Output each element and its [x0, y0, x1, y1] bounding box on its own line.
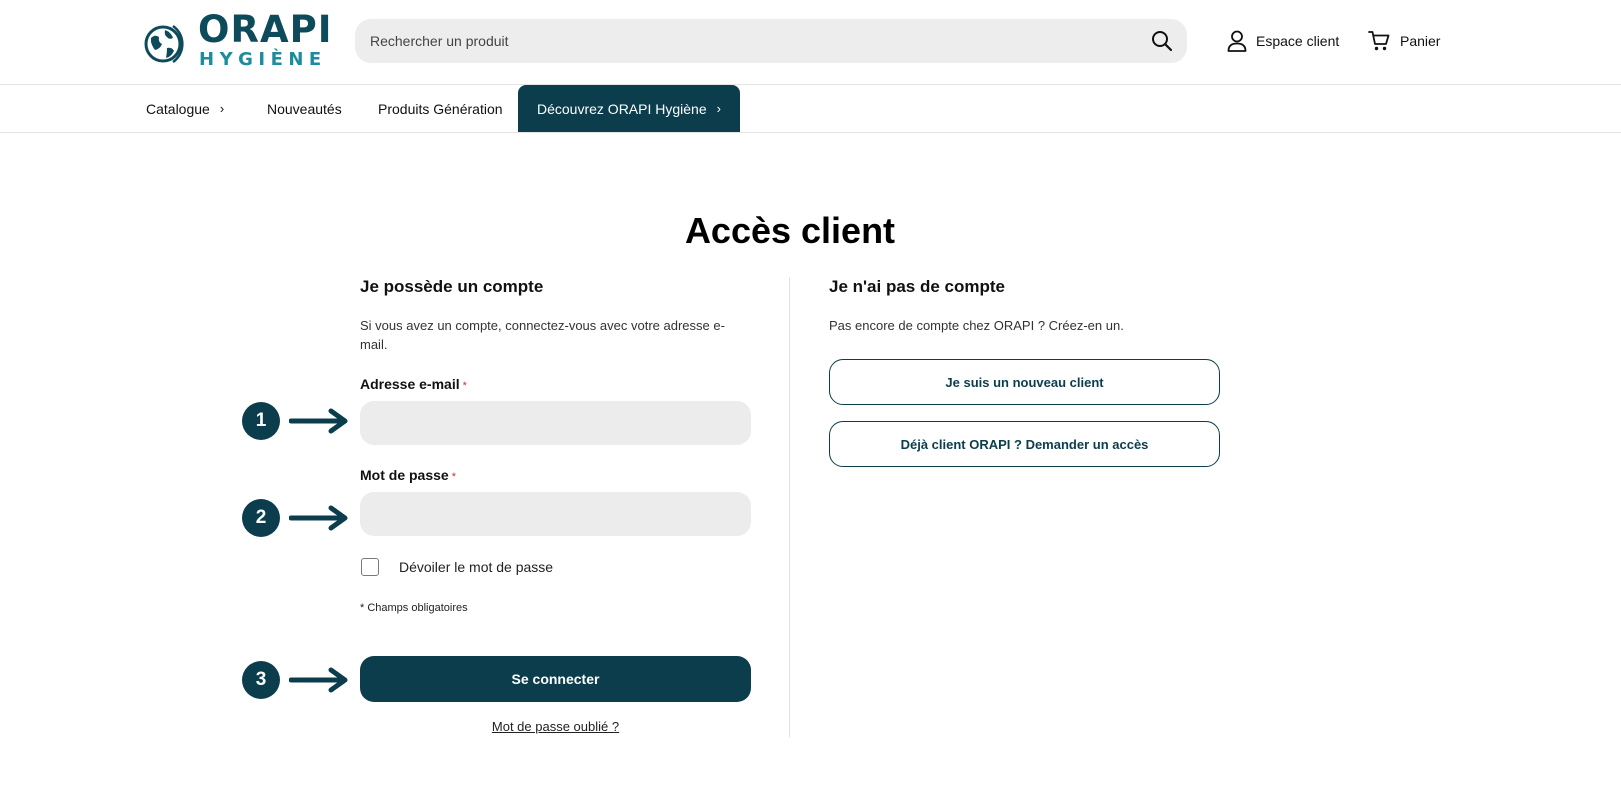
required-mark: * [451, 471, 456, 483]
chevron-right-icon: › [219, 101, 225, 116]
required-fields-note: * Champs obligatoires [360, 602, 468, 614]
search-input[interactable] [355, 19, 1135, 63]
nav-item-decouvrez[interactable]: Découvrez ORAPI Hygiène › [518, 85, 740, 132]
login-button-label: Se connecter [511, 671, 600, 687]
arrow-right-icon [289, 667, 348, 693]
required-mark: * [462, 380, 467, 392]
arrow-right-icon [289, 505, 348, 531]
site-header: ORAPI HYGIÈNE Espace client Panier [0, 0, 1621, 85]
step-number: 1 [242, 402, 280, 440]
step-marker-3: 3 [242, 661, 349, 699]
nav-item-label: Catalogue [146, 100, 210, 117]
nav-item-catalogue[interactable]: Catalogue › [146, 85, 224, 132]
cart-link[interactable]: Panier [1368, 29, 1440, 53]
register-intro: Pas encore de compte chez ORAPI ? Créez-… [829, 318, 1124, 333]
account-label: Espace client [1256, 33, 1340, 49]
account-link[interactable]: Espace client [1227, 29, 1339, 53]
new-client-button-label: Je suis un nouveau client [945, 374, 1104, 390]
nav-item-label: Produits Génération [378, 100, 503, 117]
forgot-password-link[interactable]: Mot de passe oublié ? [360, 719, 751, 734]
logo-wordmark: ORAPI [198, 8, 333, 51]
chevron-right-icon: › [716, 101, 721, 116]
email-label: Adresse e-mail * [360, 376, 467, 392]
step-number: 2 [242, 499, 280, 537]
new-client-button[interactable]: Je suis un nouveau client [829, 359, 1220, 405]
search-bar [355, 19, 1187, 63]
request-access-button[interactable]: Déjà client ORAPI ? Demander un accès [829, 421, 1220, 467]
password-field[interactable] [360, 492, 751, 536]
nav-item-label: Nouveautés [267, 100, 342, 117]
user-icon [1227, 30, 1247, 52]
register-section: Je n'ai pas de compte Pas encore de comp… [829, 277, 1220, 335]
password-label: Mot de passe * [360, 467, 456, 483]
login-section: Je possède un compte Si vous avez un com… [360, 277, 751, 354]
login-heading: Je possède un compte [360, 277, 544, 296]
show-password-label[interactable]: Dévoiler le mot de passe [399, 559, 553, 575]
nav-item-nouveautes[interactable]: Nouveautés [267, 85, 342, 132]
step-number: 3 [242, 661, 280, 699]
cart-icon [1368, 31, 1390, 51]
page-title: Accès client [684, 210, 896, 251]
logo-subtitle: HYGIÈNE [199, 49, 327, 70]
login-button[interactable]: Se connecter [360, 656, 751, 702]
search-icon[interactable] [1151, 30, 1173, 52]
cart-label: Panier [1400, 33, 1441, 49]
globe-icon [144, 24, 184, 64]
show-password-checkbox[interactable] [361, 558, 379, 576]
password-label-text: Mot de passe [360, 467, 449, 483]
step-marker-2: 2 [242, 499, 349, 537]
login-intro: Si vous avez un compte, connectez-vous a… [360, 318, 725, 352]
nav-item-produits-generation[interactable]: Produits Génération [378, 85, 503, 132]
email-label-text: Adresse e-mail [360, 376, 460, 392]
request-access-button-label: Déjà client ORAPI ? Demander un accès [900, 436, 1149, 452]
column-divider [789, 277, 790, 737]
register-heading: Je n'ai pas de compte [829, 277, 1005, 296]
main-nav: Catalogue › Nouveautés Produits Générati… [0, 85, 1621, 133]
nav-item-label: Découvrez ORAPI Hygiène [537, 100, 707, 117]
step-marker-1: 1 [242, 402, 349, 440]
orapi-logo[interactable]: ORAPI HYGIÈNE [141, 8, 341, 72]
arrow-right-icon [289, 408, 348, 434]
email-field[interactable] [360, 401, 751, 445]
